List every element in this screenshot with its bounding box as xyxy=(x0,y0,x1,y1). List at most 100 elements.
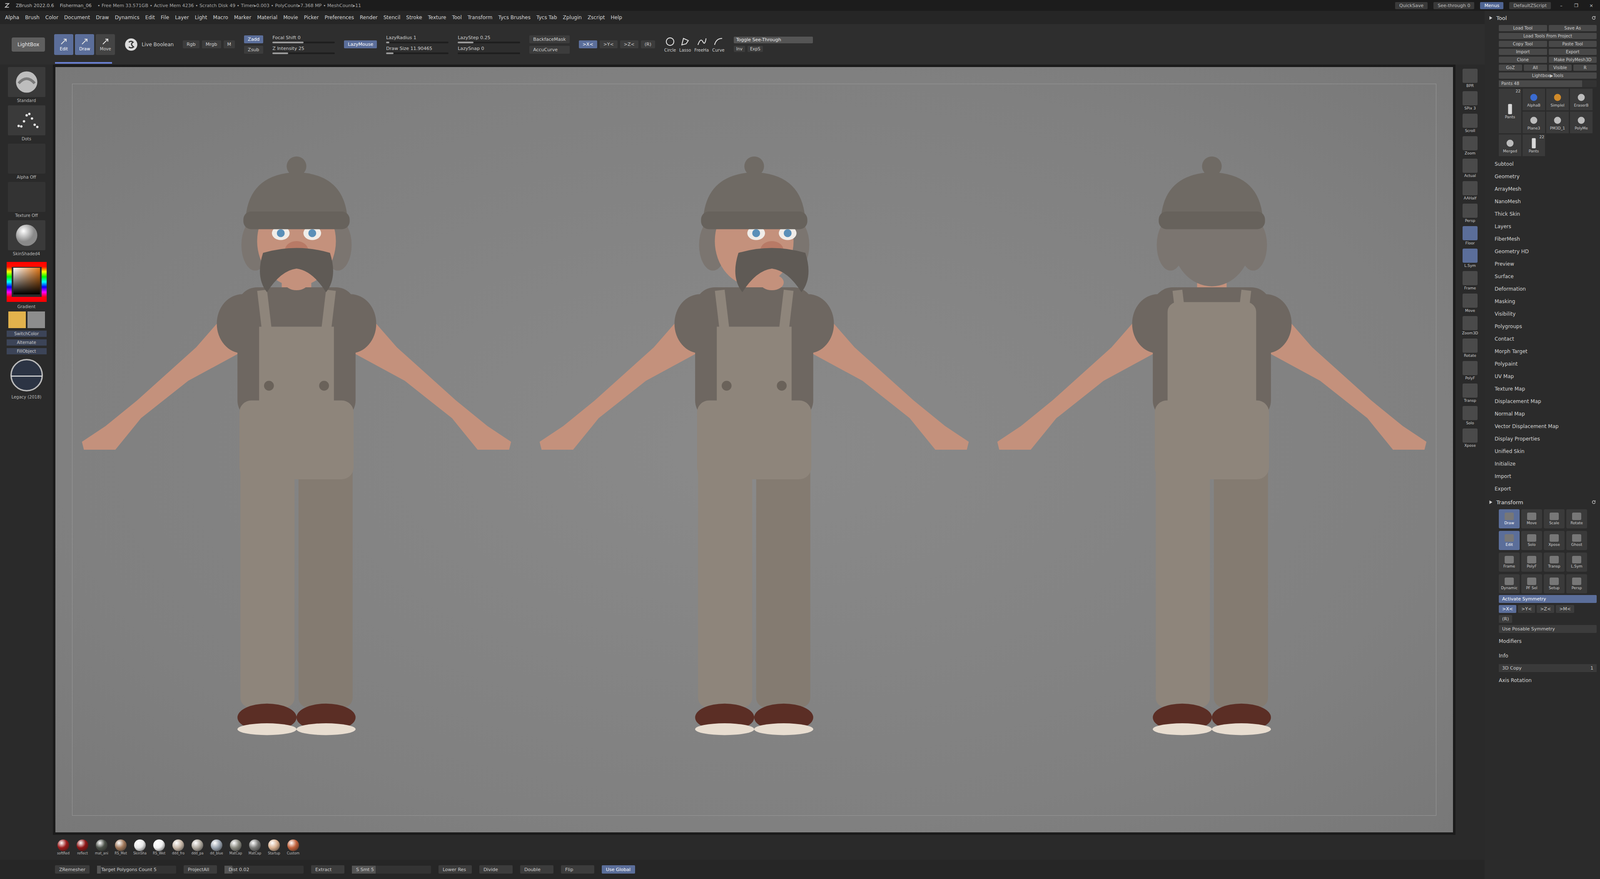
tool-thumbnail[interactable]: 22Pants xyxy=(1498,88,1522,134)
character-figure[interactable] xyxy=(79,152,514,748)
transform-button[interactable]: Frame xyxy=(1498,552,1520,572)
color-button[interactable]: FillObject xyxy=(6,348,47,355)
title-button[interactable]: DefaultZScript xyxy=(1509,2,1551,10)
radial-symmetry-button[interactable]: (R) xyxy=(1498,615,1513,624)
tool-subpalette[interactable]: Visibility xyxy=(1494,307,1597,321)
transform-button[interactable]: PolyF xyxy=(1521,552,1543,572)
character-figure[interactable] xyxy=(995,152,1429,748)
menu-item[interactable]: Light xyxy=(194,14,208,21)
color-mode-button[interactable]: Mrgb xyxy=(201,40,222,49)
tool-thumbnail[interactable]: SimpleI xyxy=(1546,88,1569,111)
stroke-picker[interactable]: Dots xyxy=(7,105,46,142)
material-swatch[interactable]: ddd_pa xyxy=(189,839,206,856)
shelf-button[interactable]: Persp xyxy=(1462,203,1478,223)
transform-button[interactable]: L.Sym xyxy=(1566,552,1588,572)
shelf-button[interactable]: SPix 3 xyxy=(1462,91,1478,111)
title-button[interactable]: Menus xyxy=(1480,2,1504,10)
symmetry-axis-button[interactable]: >Y< xyxy=(1517,605,1536,614)
bottom-shelf-item[interactable]: ZRemesher xyxy=(54,865,90,874)
shelf-button[interactable]: L.Sym xyxy=(1462,248,1478,268)
transform-button[interactable]: Dynamic xyxy=(1498,574,1520,594)
menu-item[interactable]: Render xyxy=(359,14,378,21)
window-control[interactable]: – xyxy=(1556,2,1566,9)
transform-button[interactable]: Move xyxy=(1521,509,1543,529)
shelf-slider[interactable]: Z Intensity 25 xyxy=(272,45,335,55)
tool-subpalette[interactable]: Surface xyxy=(1494,270,1597,283)
shelf-button[interactable]: Xpose xyxy=(1462,428,1478,448)
shelf-button[interactable]: Zoom xyxy=(1462,136,1478,156)
material-swatch[interactable]: ddd_fro xyxy=(169,839,187,856)
menu-item[interactable]: Stroke xyxy=(406,14,422,21)
symmetry-axis-button[interactable]: >Z< xyxy=(620,40,639,49)
tool-subpalette[interactable]: Polypaint xyxy=(1494,357,1597,371)
tool-button[interactable]: All xyxy=(1523,64,1548,71)
window-control[interactable]: ❐ xyxy=(1571,2,1581,9)
texture-picker[interactable]: Texture Off xyxy=(7,181,46,218)
color-picker[interactable] xyxy=(6,261,47,302)
transform-button[interactable]: Setup xyxy=(1543,574,1565,594)
tool-button[interactable]: Import xyxy=(1498,48,1548,55)
shelf-slider[interactable]: Draw Size 11.90465 xyxy=(386,45,449,55)
symmetry-axis-button[interactable]: >Y< xyxy=(599,40,618,49)
tool-button[interactable]: R xyxy=(1573,64,1597,71)
menu-item[interactable]: Dynamics xyxy=(114,14,140,21)
tool-button[interactable]: Export xyxy=(1548,48,1598,55)
tool-subpalette[interactable]: Thick Skin xyxy=(1494,207,1597,221)
tool-subpalette[interactable]: Layers xyxy=(1494,220,1597,233)
transform-button[interactable]: Transp xyxy=(1543,552,1565,572)
symmetry-axis-button[interactable]: (R) xyxy=(640,40,656,49)
material-swatch[interactable]: mat_ani xyxy=(93,839,110,856)
selection-stroke-button[interactable]: Circle xyxy=(664,36,676,53)
menu-item[interactable]: Material xyxy=(256,14,278,21)
bottom-shelf-item[interactable]: Extract xyxy=(311,865,345,874)
material-swatch[interactable]: softRed xyxy=(54,839,72,856)
bottom-shelf-item[interactable]: S Smt 5 xyxy=(351,865,432,874)
material-picker[interactable]: SkinShaded4 xyxy=(7,220,46,257)
title-button[interactable]: QuickSave xyxy=(1395,2,1428,10)
shelf-toggle[interactable]: BackfaceMask xyxy=(529,35,570,44)
shelf-button[interactable]: Floor xyxy=(1462,226,1478,246)
menu-item[interactable]: Texture xyxy=(428,14,447,21)
bottom-shelf-item[interactable]: ProjectAll xyxy=(183,865,217,874)
tool-thumbnail[interactable]: PolyMe xyxy=(1570,111,1593,134)
color-mode-button[interactable]: Rgb xyxy=(182,40,200,49)
color-button[interactable]: Alternate xyxy=(6,339,47,346)
tool-button[interactable]: GoZ xyxy=(1498,64,1523,71)
tool-subpalette[interactable]: Masking xyxy=(1494,295,1597,308)
selection-stroke-button[interactable]: FreeHa xyxy=(694,36,709,53)
material-swatch[interactable]: MatCap xyxy=(227,839,245,856)
material-swatch[interactable]: dd_blue xyxy=(208,839,225,856)
menu-item[interactable]: Help xyxy=(610,14,623,21)
brush-picker[interactable]: Standard xyxy=(7,67,46,103)
lazymouse-toggle[interactable]: LazyMouse xyxy=(343,40,377,49)
shelf-button[interactable]: PolyF xyxy=(1462,361,1478,381)
menu-item[interactable]: Tycs Tab xyxy=(536,14,558,21)
shelf-toggle[interactable]: AccuCurve xyxy=(529,45,570,54)
tool-button[interactable]: Make PolyMesh3D xyxy=(1548,56,1598,63)
shelf-slider[interactable]: LazyStep 0.25 xyxy=(457,34,521,44)
tool-palette-header[interactable]: Tool xyxy=(1487,12,1597,24)
tool-button[interactable]: Copy Tool xyxy=(1498,40,1548,48)
tool-subpalette[interactable]: Subtool xyxy=(1494,157,1597,171)
shelf-button[interactable]: Solo xyxy=(1462,406,1478,426)
tool-button[interactable]: Paste Tool xyxy=(1548,40,1598,48)
color-swatches[interactable] xyxy=(8,311,45,329)
z-mode-button[interactable]: Zadd xyxy=(244,35,264,44)
bottom-shelf-item[interactable]: Use Global xyxy=(601,865,636,874)
tool-subpalette[interactable]: Preview xyxy=(1494,257,1597,271)
tool-button[interactable]: Save As xyxy=(1548,24,1598,32)
activate-symmetry-button[interactable]: Activate Symmetry xyxy=(1498,595,1597,604)
tool-subpalette[interactable]: Initialize xyxy=(1494,457,1597,471)
bottom-shelf-item[interactable]: Divide xyxy=(479,865,513,874)
menu-item[interactable]: Transform xyxy=(467,14,493,21)
tool-subpalette[interactable]: Import xyxy=(1494,470,1597,483)
tool-subpalette[interactable]: Polygroups xyxy=(1494,320,1597,333)
shelf-slider[interactable]: LazyRadius 1 xyxy=(386,34,449,44)
transform-subpalette[interactable]: Modifiers xyxy=(1498,635,1597,648)
shelf-button[interactable]: Actual xyxy=(1462,158,1478,178)
transform-subpalette[interactable]: Info xyxy=(1498,649,1597,663)
menu-item[interactable]: Document xyxy=(64,14,90,21)
menu-item[interactable]: Stencil xyxy=(383,14,401,21)
menu-item[interactable]: Color xyxy=(45,14,59,21)
transform-button[interactable]: Scale xyxy=(1543,509,1565,529)
